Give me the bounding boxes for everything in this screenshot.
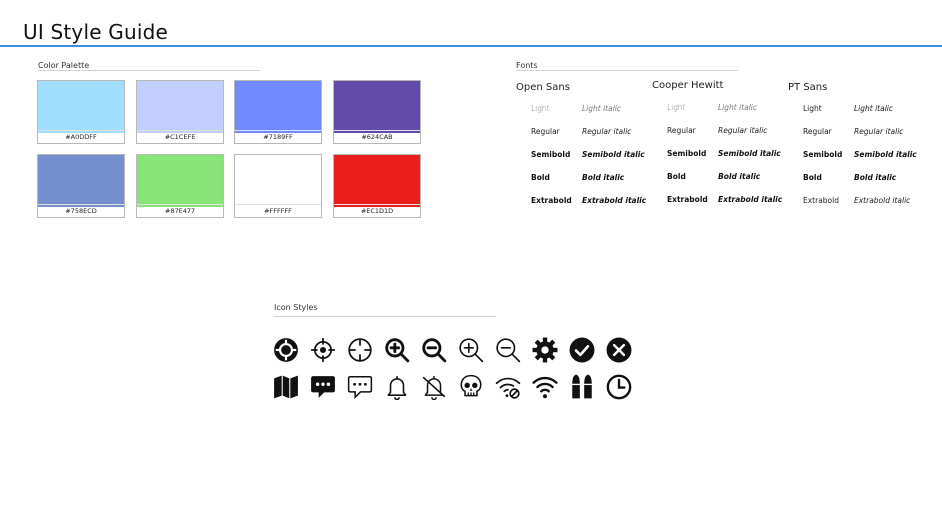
fonts-divider (516, 70, 738, 71)
font-sample-extrabold: Extrabold (803, 196, 839, 205)
font-sample-bold: Bold (531, 173, 550, 182)
color-hex-label: #C1CEFE (137, 130, 223, 143)
font-sample-semibold: Semibold (803, 150, 843, 159)
check-circle-icon (569, 337, 595, 363)
font-sample-semibold-italic: Semibold italic (854, 150, 917, 159)
font-sample-extrabold: Extrabold (531, 196, 572, 205)
font-sample-regular-italic: Regular italic (582, 127, 632, 136)
color-chip (235, 155, 321, 207)
font-sample-bold: Bold (803, 173, 822, 182)
color-chip (38, 81, 124, 133)
color-chip (38, 155, 124, 207)
font-sample-semibold: Semibold (667, 149, 707, 158)
color-hex-label: #A0DDFF (38, 130, 124, 143)
wifi-off-icon (495, 374, 521, 400)
font-family-name: PT Sans (788, 82, 828, 93)
chat-outline-icon (347, 374, 373, 400)
crosshair-filled-icon (273, 337, 299, 363)
color-hex-label: #EC1D1D (334, 204, 420, 217)
font-sample-regular-italic: Regular italic (718, 126, 768, 135)
font-sample-bold-italic: Bold italic (854, 173, 897, 182)
title-divider (0, 45, 942, 47)
color-swatch: #C1CEFE (136, 80, 224, 144)
color-hex-label: #FFFFFF (235, 204, 321, 217)
crosshair-dot-icon (310, 337, 336, 363)
font-sample-light-italic: Light italic (718, 103, 758, 112)
font-sample-bold: Bold (667, 172, 686, 181)
font-sample-semibold-italic: Semibold italic (718, 149, 781, 158)
font-sample-regular: Regular (803, 127, 832, 136)
font-sample-extrabold: Extrabold (667, 195, 708, 204)
bell-icon (384, 374, 410, 400)
color-swatch: #87E477 (136, 154, 224, 218)
font-sample-extrabold-italic: Extrabold italic (718, 195, 783, 204)
color-chip (235, 81, 321, 133)
color-swatch: #EC1D1D (333, 154, 421, 218)
font-sample-semibold-italic: Semibold italic (582, 150, 645, 159)
color-swatch: #A0DDFF (37, 80, 125, 144)
crosshair-outline-icon (347, 337, 373, 363)
font-family-name: Cooper Hewitt (652, 80, 724, 91)
color-hex-label: #758ECD (38, 204, 124, 217)
skull-icon (458, 374, 484, 400)
font-sample-regular-italic: Regular italic (854, 127, 904, 136)
bell-off-icon (421, 374, 447, 400)
color-palette-divider (38, 70, 260, 71)
font-sample-light: Light (531, 104, 550, 113)
chat-filled-icon (310, 374, 336, 400)
color-chip (334, 81, 420, 133)
color-hex-label: #7189FF (235, 130, 321, 143)
wifi-icon (532, 374, 558, 400)
ammo-icon (569, 374, 595, 400)
zoom-in-outline-icon (458, 337, 484, 363)
clock-icon (606, 374, 632, 400)
font-sample-regular: Regular (667, 126, 696, 135)
page-title: UI Style Guide (23, 20, 169, 44)
color-chip (334, 155, 420, 207)
font-sample-extrabold-italic: Extrabold italic (854, 196, 911, 205)
color-chip (137, 155, 223, 207)
font-sample-light: Light (667, 103, 686, 112)
font-sample-extrabold-italic: Extrabold italic (582, 196, 647, 205)
color-hex-label: #87E477 (137, 204, 223, 217)
fonts-label: Fonts (516, 61, 538, 70)
close-circle-icon (606, 337, 632, 363)
font-sample-bold-italic: Bold italic (582, 173, 625, 182)
color-hex-label: #624CAB (334, 130, 420, 143)
color-swatch: #7189FF (234, 80, 322, 144)
color-palette-label: Color Palette (38, 61, 90, 70)
font-sample-bold-italic: Bold italic (718, 172, 761, 181)
color-swatch: #758ECD (37, 154, 125, 218)
font-sample-light-italic: Light italic (582, 104, 622, 113)
font-sample-semibold: Semibold (531, 150, 571, 159)
font-sample-light: Light (803, 104, 822, 113)
icon-styles-label: Icon Styles (274, 303, 318, 312)
map-icon (273, 374, 299, 400)
zoom-out-outline-icon (495, 337, 521, 363)
gear-icon (532, 337, 558, 363)
zoom-out-bold-icon (421, 337, 447, 363)
font-family-name: Open Sans (516, 82, 570, 93)
font-sample-light-italic: Light italic (854, 104, 894, 113)
color-swatch: #624CAB (333, 80, 421, 144)
zoom-in-bold-icon (384, 337, 410, 363)
font-sample-regular: Regular (531, 127, 560, 136)
color-chip (137, 81, 223, 133)
icon-styles-divider (274, 316, 496, 317)
color-swatch: #FFFFFF (234, 154, 322, 218)
